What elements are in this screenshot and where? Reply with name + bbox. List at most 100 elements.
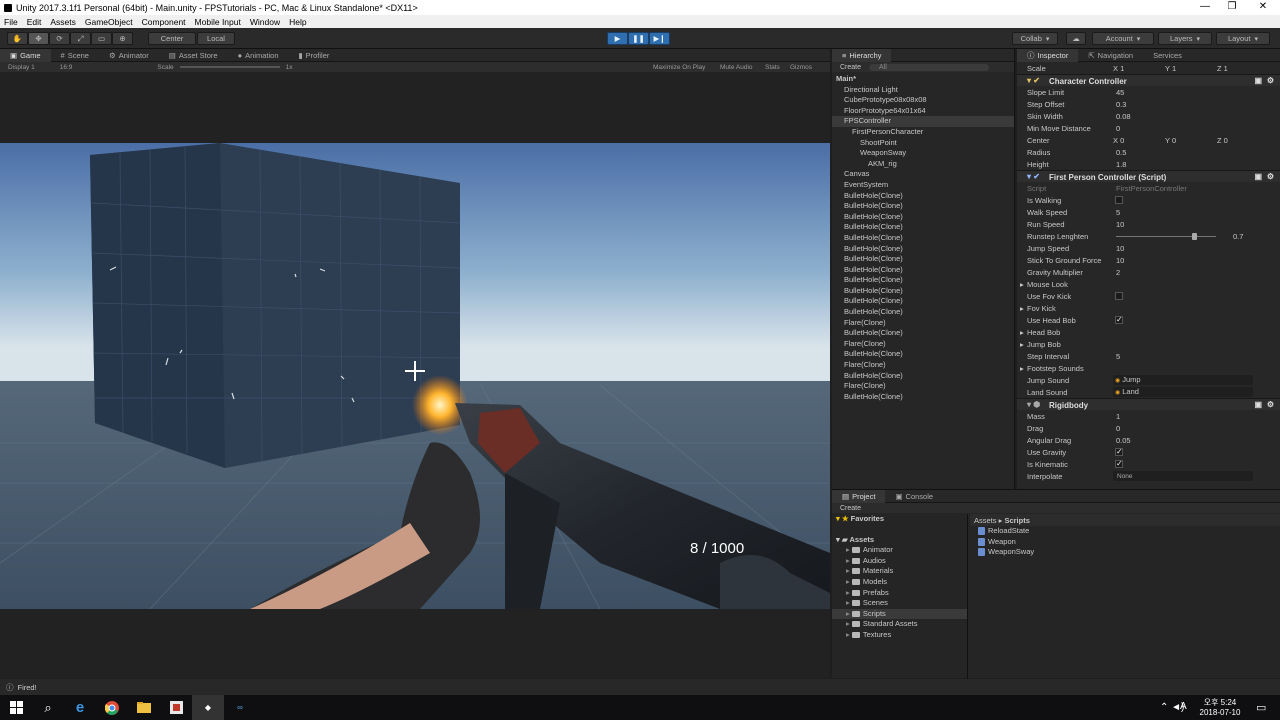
slider-knob[interactable] xyxy=(1192,233,1197,240)
folder-item[interactable]: ▸ Scripts xyxy=(832,608,967,620)
folder-item[interactable]: ▸ Standard Assets xyxy=(832,619,967,630)
aspect-dropdown[interactable]: 16:9 xyxy=(60,64,73,71)
foldout-arrow-icon[interactable]: ▸ xyxy=(1020,304,1024,313)
transform-tool-icon[interactable]: ⊕ xyxy=(112,32,133,45)
hierarchy-item[interactable]: BulletHole(Clone) xyxy=(832,265,1014,276)
hierarchy-item[interactable]: BulletHole(Clone) xyxy=(832,328,1014,339)
field-value[interactable]: 10 xyxy=(1116,244,1124,253)
center-y-field[interactable]: Y 0 xyxy=(1165,136,1176,145)
help-icon[interactable]: ▣ xyxy=(1254,76,1262,85)
field-value[interactable]: 2 xyxy=(1116,268,1120,277)
step-button[interactable]: ▶❙ xyxy=(649,32,670,45)
field-value[interactable]: 5 xyxy=(1116,352,1120,361)
visual-studio-icon[interactable]: ∞ xyxy=(224,695,256,720)
scale-slider[interactable] xyxy=(179,66,280,68)
script-reference[interactable]: FirstPersonController xyxy=(1116,184,1187,193)
hierarchy-item[interactable]: Flare(Clone) xyxy=(832,318,1014,329)
field-value[interactable]: 0 xyxy=(1116,424,1120,433)
hierarchy-item[interactable]: Main* xyxy=(832,74,1014,85)
field-value[interactable]: 10 xyxy=(1116,220,1124,229)
character-controller-header[interactable]: ▾ ✔ Character Controller ▣ ⚙ xyxy=(1017,74,1280,86)
hierarchy-item[interactable]: WeaponSway xyxy=(832,148,1014,159)
tab-console[interactable]: ▣ Console xyxy=(885,490,943,503)
folder-item[interactable]: ▸ Scenes xyxy=(832,598,967,609)
expand-arrow-icon[interactable]: ▸ xyxy=(846,588,852,597)
hierarchy-item[interactable]: CubePrototype08x08x08 xyxy=(832,95,1014,106)
scale-z-field[interactable]: Z 1 xyxy=(1217,64,1228,73)
scale-y-field[interactable]: Y 1 xyxy=(1165,64,1176,73)
hierarchy-item[interactable]: ShootPoint xyxy=(832,138,1014,149)
expand-arrow-icon[interactable]: ▸ xyxy=(846,566,852,575)
help-icon[interactable]: ▣ xyxy=(1254,400,1262,409)
folder-item[interactable]: ▸ Animator xyxy=(832,545,967,556)
field-value[interactable]: 0.08 xyxy=(1116,112,1131,121)
settings-gear-icon[interactable]: ⚙ xyxy=(1267,172,1274,181)
expand-arrow-icon[interactable]: ▸ xyxy=(846,545,852,554)
tab-game[interactable]: ▣ Game xyxy=(0,48,51,62)
tab-project[interactable]: ▤ Project xyxy=(832,489,886,503)
field-value[interactable]: 1 xyxy=(1116,412,1120,421)
game-viewport[interactable]: 8 / 1000 xyxy=(0,143,830,609)
hierarchy-item[interactable]: BulletHole(Clone) xyxy=(832,191,1014,202)
slider-value[interactable]: 0.7 xyxy=(1233,232,1243,241)
favorites-node[interactable]: ▾ ★ Favorites xyxy=(832,514,967,525)
slider-track[interactable] xyxy=(1116,236,1216,237)
hierarchy-create-dropdown[interactable]: Create xyxy=(840,64,861,71)
hierarchy-item[interactable]: BulletHole(Clone) xyxy=(832,392,1014,403)
hierarchy-item[interactable]: BulletHole(Clone) xyxy=(832,307,1014,318)
tab-hierarchy[interactable]: ≡ Hierarchy xyxy=(832,48,892,62)
checkbox[interactable] xyxy=(1115,315,1123,324)
media-app-icon[interactable] xyxy=(160,695,192,720)
pivot-local-toggle[interactable]: Local xyxy=(197,32,235,45)
folder-item[interactable]: ▸ Audios xyxy=(832,556,967,567)
menu-edit[interactable]: Edit xyxy=(27,17,42,27)
hierarchy-item[interactable]: BulletHole(Clone) xyxy=(832,296,1014,307)
hierarchy-item[interactable]: Canvas xyxy=(832,169,1014,180)
collab-dropdown[interactable]: Collab xyxy=(1012,32,1058,45)
hierarchy-item[interactable]: BulletHole(Clone) xyxy=(832,233,1014,244)
hierarchy-item[interactable]: Directional Light xyxy=(832,85,1014,96)
tab-scene[interactable]: # Scene xyxy=(51,49,99,62)
foldout-arrow-icon[interactable]: ▸ xyxy=(1020,280,1024,289)
windows-start-icon[interactable] xyxy=(0,695,32,720)
field-value[interactable]: 1.8 xyxy=(1116,160,1126,169)
checkbox[interactable] xyxy=(1115,459,1123,468)
folder-item[interactable]: ▸ Materials xyxy=(832,566,967,577)
center-z-field[interactable]: Z 0 xyxy=(1217,136,1228,145)
edge-browser-icon[interactable]: e xyxy=(64,695,96,720)
maximize-on-play-toggle[interactable]: Maximize On Play xyxy=(653,64,705,71)
scale-tool-icon[interactable]: ⤢ xyxy=(70,32,91,45)
script-file[interactable]: ReloadState xyxy=(978,526,1034,537)
expand-arrow-icon[interactable]: ▸ xyxy=(846,619,852,628)
object-field[interactable]: ◉ Jump xyxy=(1113,375,1253,385)
hierarchy-item[interactable]: BulletHole(Clone) xyxy=(832,371,1014,382)
foldout-arrow-icon[interactable]: ▸ xyxy=(1020,328,1024,337)
tab-profiler[interactable]: ▮ Profiler xyxy=(289,49,340,62)
menu-mobile-input[interactable]: Mobile Input xyxy=(195,17,241,27)
pause-button[interactable]: ❚❚ xyxy=(628,32,649,45)
unity-taskbar-icon[interactable]: ◆ xyxy=(192,695,224,720)
field-value[interactable]: 10 xyxy=(1116,256,1124,265)
script-file[interactable]: Weapon xyxy=(978,537,1034,548)
hierarchy-item[interactable]: BulletHole(Clone) xyxy=(832,244,1014,255)
pivot-center-toggle[interactable]: Center xyxy=(148,32,196,45)
ime-indicator[interactable]: A xyxy=(1180,701,1187,712)
close-button[interactable]: ✕ xyxy=(1250,0,1276,15)
breadcrumb-item[interactable]: Scripts xyxy=(1004,516,1029,525)
hierarchy-item[interactable]: BulletHole(Clone) xyxy=(832,275,1014,286)
field-value[interactable]: 0 xyxy=(1116,124,1120,133)
field-value[interactable]: 0.05 xyxy=(1116,436,1131,445)
field-value[interactable]: 0.3 xyxy=(1116,100,1126,109)
layout-dropdown[interactable]: Layout xyxy=(1216,32,1270,45)
expand-arrow-icon[interactable]: ▸ xyxy=(846,609,852,618)
settings-gear-icon[interactable]: ⚙ xyxy=(1267,400,1274,409)
folder-item[interactable]: ▸ Textures xyxy=(832,630,967,641)
menu-gameobject[interactable]: GameObject xyxy=(85,17,133,27)
tab-navigation[interactable]: ⇱ Navigation xyxy=(1078,49,1143,62)
help-icon[interactable]: ▣ xyxy=(1254,172,1262,181)
notification-icon[interactable]: ▭ xyxy=(1256,701,1266,714)
foldout-arrow-icon[interactable]: ▸ xyxy=(1020,340,1024,349)
assets-node[interactable]: ▾ ▰ Assets xyxy=(832,535,967,546)
folder-item[interactable]: ▸ Models xyxy=(832,577,967,588)
hierarchy-item[interactable]: Flare(Clone) xyxy=(832,339,1014,350)
